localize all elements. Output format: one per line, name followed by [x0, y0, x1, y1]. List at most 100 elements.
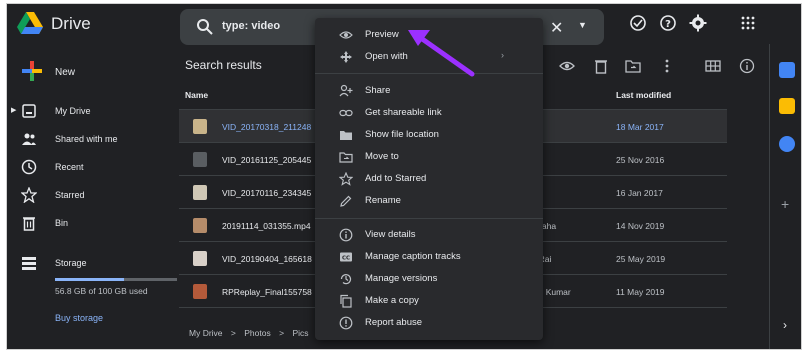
trash-icon[interactable]	[593, 58, 609, 74]
menu-item-label: Manage caption tracks	[365, 251, 461, 262]
breadcrumb-item[interactable]: Photos	[244, 328, 270, 338]
menu-item-manage-versions[interactable]: Manage versions	[315, 268, 543, 290]
trash-icon	[23, 217, 35, 231]
info-icon	[339, 228, 353, 242]
new-button[interactable]: New	[15, 58, 95, 88]
open-with-icon	[340, 51, 352, 63]
storage-progress-bar	[55, 278, 177, 281]
file-modified: 18 Mar 2017	[616, 122, 664, 132]
report-icon	[339, 316, 353, 330]
page-title: Search results	[185, 58, 262, 72]
storage-progress-fill	[55, 278, 125, 281]
breadcrumb-separator: >	[279, 328, 285, 338]
menu-item-label: Share	[365, 85, 391, 96]
caption-icon: CC	[340, 252, 352, 262]
search-input[interactable]: type: video	[222, 20, 280, 32]
search-options-icon[interactable]: ▼	[578, 20, 587, 30]
keep-icon[interactable]	[779, 98, 795, 114]
offline-check-icon[interactable]	[629, 14, 647, 32]
sidebar-item-storage[interactable]: Storage	[7, 252, 177, 276]
my-drive-icon	[22, 104, 36, 118]
menu-item-label: Move to	[365, 151, 399, 162]
menu-item-label: Make a copy	[365, 295, 419, 306]
sidebar-item-label: Recent	[55, 162, 84, 172]
drive-logo-icon[interactable]	[17, 12, 43, 34]
menu-item-report-abuse[interactable]: Report abuse	[315, 312, 543, 334]
help-icon[interactable]: ?	[659, 14, 677, 32]
file-name: VID_20170116_234345	[222, 188, 312, 198]
video-thumbnail-icon	[193, 119, 207, 134]
file-name: RPReplay_Final155758	[222, 287, 312, 297]
folder-icon	[340, 131, 352, 140]
app-title: Drive	[51, 14, 91, 33]
menu-item-make-copy[interactable]: Make a copy	[315, 290, 543, 312]
file-name: VID_20161125_205445	[222, 155, 312, 165]
buy-storage-link[interactable]: Buy storage	[55, 313, 103, 323]
menu-item-view-details[interactable]: View details	[315, 224, 543, 246]
share-person-icon	[339, 84, 353, 97]
search-icon[interactable]	[196, 18, 214, 36]
menu-item-label: Get shareable link	[365, 107, 442, 118]
breadcrumb: My Drive > Photos > Pics >	[189, 328, 328, 338]
pencil-icon	[340, 195, 352, 207]
breadcrumb-item[interactable]: Pics	[292, 328, 308, 338]
menu-item-show-location[interactable]: Show file location	[315, 124, 543, 146]
info-icon[interactable]	[739, 58, 755, 74]
menu-item-move-to[interactable]: Move to	[315, 146, 543, 168]
menu-item-get-link[interactable]: Get shareable link	[315, 102, 543, 124]
file-modified: 25 May 2019	[616, 254, 666, 264]
drive-window: Drive type: video ✕ ▼ ? New ▶ My Drive S…	[6, 3, 802, 350]
sidebar-item-my-drive[interactable]: My Drive	[7, 100, 177, 124]
sidebar-item-recent[interactable]: Recent	[7, 156, 177, 180]
star-icon	[339, 172, 353, 186]
column-header-last-modified[interactable]: Last modified	[616, 90, 671, 100]
menu-divider	[315, 218, 543, 219]
preview-eye-icon[interactable]	[559, 58, 575, 74]
sidebar-item-label: Bin	[55, 218, 69, 228]
link-icon	[339, 109, 353, 117]
file-name: VID_20190404_165618	[222, 254, 312, 264]
menu-item-add-starred[interactable]: Add to Starred	[315, 168, 543, 190]
menu-item-label: Add to Starred	[365, 173, 427, 184]
eye-icon	[339, 31, 353, 39]
video-thumbnail-icon	[193, 218, 207, 233]
video-thumbnail-icon	[193, 185, 207, 200]
sidebar-item-bin[interactable]: Bin	[7, 212, 177, 236]
side-panel: + ›	[769, 44, 801, 349]
move-to-folder-icon[interactable]	[625, 58, 641, 74]
file-name: 20191114_031355.mp4	[222, 221, 311, 231]
copy-icon	[340, 294, 352, 308]
expand-panel-icon[interactable]: ›	[783, 318, 787, 332]
sidebar-item-label: Storage	[55, 258, 87, 268]
video-thumbnail-icon	[193, 152, 207, 167]
file-modified: 16 Jan 2017	[616, 188, 663, 198]
file-modified: 11 May 2019	[616, 287, 665, 297]
grid-view-icon[interactable]	[705, 58, 721, 74]
menu-item-label: Show file location	[365, 129, 439, 140]
shared-icon	[22, 133, 36, 145]
star-icon	[21, 187, 37, 203]
gear-icon[interactable]	[689, 14, 707, 32]
menu-item-rename[interactable]: Rename	[315, 190, 543, 212]
menu-item-caption-tracks[interactable]: CC Manage caption tracks	[315, 246, 543, 268]
add-addon-icon[interactable]: +	[781, 196, 789, 212]
sidebar-item-shared[interactable]: Shared with me	[7, 128, 177, 152]
new-button-label: New	[55, 67, 76, 78]
breadcrumb-item[interactable]: My Drive	[189, 328, 223, 338]
calendar-icon[interactable]	[779, 62, 795, 78]
svg-text:CC: CC	[342, 256, 350, 262]
column-header-name[interactable]: Name	[185, 90, 208, 100]
more-vert-icon[interactable]	[659, 58, 675, 74]
chevron-right-icon: ›	[501, 50, 504, 60]
video-thumbnail-icon	[193, 251, 207, 266]
sidebar-item-label: My Drive	[55, 106, 91, 116]
file-name: VID_20170318_211248	[222, 122, 312, 132]
clock-icon	[21, 159, 37, 175]
sidebar-item-label: Starred	[55, 190, 85, 200]
close-icon[interactable]: ✕	[550, 18, 563, 38]
tasks-icon[interactable]	[779, 136, 795, 152]
sidebar-item-starred[interactable]: Starred	[7, 184, 177, 208]
video-thumbnail-icon	[193, 284, 207, 299]
apps-grid-icon[interactable]	[739, 14, 757, 32]
storage-used-text: 56.8 GB of 100 GB used	[55, 286, 148, 296]
